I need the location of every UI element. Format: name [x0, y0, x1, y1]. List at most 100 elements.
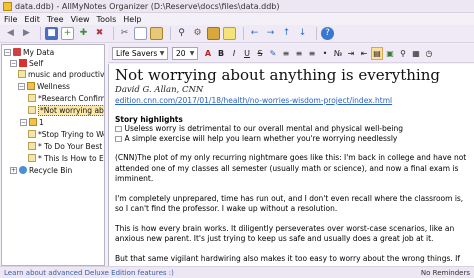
tree-item-self[interactable]: − Self [10, 58, 43, 68]
forward-icon[interactable]: ▶ [20, 27, 33, 40]
note-icon [28, 130, 36, 138]
date-icon[interactable]: ◷ [423, 47, 435, 60]
toolbar-separator [170, 27, 171, 40]
strikethrough-icon[interactable]: S [254, 47, 266, 60]
tree-item-music[interactable]: music and productivity [18, 69, 105, 79]
settings-icon[interactable]: ⚙ [191, 27, 204, 40]
tree-item-label: * This Is How to Enab [38, 153, 104, 163]
note-icon [28, 106, 36, 114]
chevron-down-icon: ▼ [159, 49, 165, 57]
note-title: Not worrying about anything is everythin… [115, 66, 440, 84]
menu-view[interactable]: View [71, 15, 90, 24]
align-right-icon[interactable]: ≡ [306, 47, 318, 60]
tree-item-label: Wellness [37, 81, 70, 91]
tree-item-research[interactable]: *Research Confirms [28, 93, 105, 103]
collapse-icon[interactable]: − [4, 48, 11, 56]
body-paragraph: This is how every brain works. It dilige… [115, 223, 455, 244]
title-bar: data.ddb) - AllMyNotes Organizer (D:\Res… [0, 0, 474, 13]
cut-icon[interactable]: ✂ [118, 27, 131, 40]
main-toolbar: ◀ ▶ ■ + ✚ ✖ ✂ ⚲ ⚙ ← → ↑ ↓ ? [0, 25, 474, 43]
arrow-right-icon[interactable]: → [264, 27, 277, 40]
arrow-left-icon[interactable]: ← [248, 27, 261, 40]
source-link[interactable]: edition.cnn.com/2017/01/18/health/no-wor… [115, 96, 468, 105]
notes-tree[interactable]: − My Data − Self music and productivity … [1, 44, 105, 266]
note-icon [18, 70, 26, 78]
italic-icon[interactable]: I [228, 47, 240, 60]
add-child-icon[interactable]: ✚ [77, 27, 90, 40]
toolbar-separator [316, 27, 317, 40]
tree-item-my-data[interactable]: − My Data [4, 47, 54, 57]
menu-bar: File Edit Tree View Tools Help [0, 13, 474, 25]
font-size-value: 20 [176, 48, 186, 58]
tree-item-label: music and productivity [28, 69, 105, 79]
tree-item-not-worrying[interactable]: *Not worrying about a [28, 104, 104, 116]
search-icon[interactable]: ⚲ [175, 27, 188, 40]
attach-icon[interactable]: ⚲ [397, 47, 409, 60]
new-note-icon[interactable]: + [61, 27, 74, 40]
window-title: data.ddb) - AllMyNotes Organizer (D:\Res… [15, 1, 280, 11]
note-icon [28, 142, 36, 150]
delete-icon[interactable]: ✖ [93, 27, 106, 40]
indent-icon[interactable]: ⇥ [345, 47, 357, 60]
recycle-bin-icon [19, 166, 27, 174]
tree-item-label: 1 [39, 117, 44, 127]
note-icon [28, 94, 36, 102]
highlight-item: □ A simple exercise will help you learn … [115, 134, 398, 143]
menu-tree[interactable]: Tree [47, 15, 64, 24]
reminders-status[interactable]: No Reminders [421, 269, 474, 277]
underline-icon[interactable]: U [241, 47, 253, 60]
menu-help[interactable]: Help [123, 15, 141, 24]
status-bar: Learn about advanced Deluxe Edition feat… [0, 266, 474, 278]
tree-item-label: *Stop Trying to Work [38, 129, 104, 139]
highlight-icon[interactable]: ✎ [267, 47, 279, 60]
collapse-icon[interactable]: − [20, 118, 27, 126]
note-view-icon[interactable]: ▤ [371, 46, 383, 60]
align-center-icon[interactable]: ≡ [293, 47, 305, 60]
note-icon[interactable] [223, 27, 236, 40]
tree-item-enable[interactable]: * This Is How to Enab [28, 153, 104, 163]
collapse-icon[interactable]: − [10, 59, 17, 67]
status-link[interactable]: Learn about advanced Deluxe Edition feat… [0, 269, 421, 277]
tree-item-recycle-bin[interactable]: + Recycle Bin [10, 165, 72, 175]
font-color-icon[interactable]: A [202, 47, 214, 60]
tree-item-wellness[interactable]: − Wellness [18, 81, 70, 91]
chevron-down-icon: ▼ [189, 49, 195, 57]
lock-icon[interactable] [207, 27, 220, 40]
font-family-select[interactable]: Life Savers ▼ [112, 46, 168, 60]
arrow-up-icon[interactable]: ↑ [280, 27, 293, 40]
menu-file[interactable]: File [4, 15, 17, 24]
tree-item-label: My Data [23, 47, 55, 57]
expand-icon[interactable]: + [10, 166, 17, 174]
align-left-icon[interactable]: ≡ [280, 47, 292, 60]
note-editor[interactable]: Not worrying about anything is everythin… [108, 64, 474, 266]
tree-item-label: *Research Confirms [38, 93, 105, 103]
arrow-down-icon[interactable]: ↓ [296, 27, 309, 40]
bullets-icon[interactable]: • [319, 47, 331, 60]
outdent-icon[interactable]: ⇤ [358, 47, 370, 60]
copy-icon[interactable] [134, 27, 147, 40]
table-icon[interactable]: ▦ [410, 47, 422, 60]
tree-item-stop-trying[interactable]: *Stop Trying to Work [28, 129, 104, 139]
highlights-heading: Story highlights [115, 115, 183, 124]
menu-tools[interactable]: Tools [97, 15, 117, 24]
format-toolbar: Life Savers ▼ 20 ▼ A B I U S ✎ ≡ ≡ ≡ • №… [108, 44, 474, 63]
back-icon[interactable]: ◀ [4, 27, 17, 40]
bold-icon[interactable]: B [215, 47, 227, 60]
numbering-icon[interactable]: № [332, 47, 344, 60]
font-size-select[interactable]: 20 ▼ [172, 46, 198, 60]
highlight-item: □ Useless worry is detrimental to our ov… [115, 124, 403, 133]
collapse-icon[interactable]: − [18, 82, 25, 90]
toolbar-separator [40, 27, 41, 40]
body-paragraph: (CNN)The plot of my only recurring night… [115, 153, 467, 183]
toolbar-separator [113, 27, 114, 40]
image-icon[interactable]: ▣ [384, 47, 396, 60]
tree-item-label: * To Do Your Best W [38, 141, 105, 151]
folder-icon [29, 118, 37, 126]
tree-item-1[interactable]: − 1 [20, 117, 44, 127]
menu-edit[interactable]: Edit [24, 15, 40, 24]
paste-icon[interactable] [150, 27, 163, 40]
save-icon[interactable]: ■ [45, 27, 58, 40]
folder-icon [27, 82, 35, 90]
help-icon[interactable]: ? [321, 27, 334, 40]
tree-item-do-best[interactable]: * To Do Your Best W [28, 141, 105, 151]
